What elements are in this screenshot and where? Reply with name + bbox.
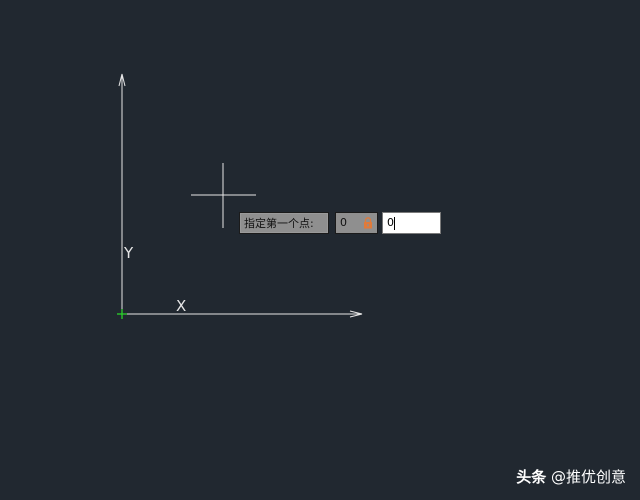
origin-marker: [117, 309, 127, 319]
drawing-canvas[interactable]: [0, 0, 640, 500]
text-caret: [394, 216, 395, 230]
watermark: 头条 @推优创意: [516, 468, 626, 486]
x-axis-label: X: [176, 297, 187, 315]
first-coordinate-value: 0: [340, 216, 347, 229]
watermark-brand: 头条: [516, 468, 547, 486]
watermark-handle: @推优创意: [550, 468, 626, 486]
command-prompt-label: 指定第一个点:: [239, 212, 329, 234]
second-coordinate-input[interactable]: 0: [382, 212, 441, 234]
y-axis-label: Y: [124, 244, 134, 262]
first-coordinate-field[interactable]: 0: [335, 212, 378, 234]
padlock-icon[interactable]: [363, 217, 373, 229]
second-coordinate-value: 0: [387, 216, 394, 229]
